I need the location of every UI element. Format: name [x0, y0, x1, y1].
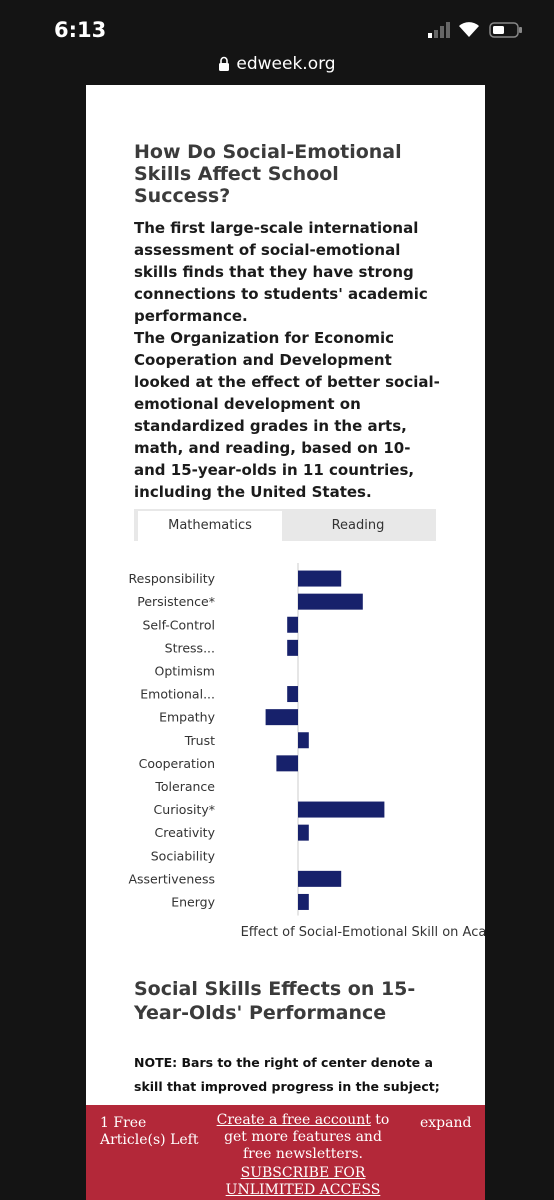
chart-bar	[298, 824, 309, 841]
chart-bar	[298, 893, 309, 910]
chart-category-label: Energy	[171, 894, 215, 909]
section-title: Social Skills Effects on 15-Year-Olds' P…	[134, 978, 416, 1024]
chart-bar	[298, 570, 342, 587]
battery-icon	[489, 22, 523, 43]
chart-bar	[276, 755, 298, 772]
skills-effect-chart: Responsibility Persistence* Self-Control St…	[86, 559, 485, 931]
chart-category-label: Persistence*	[137, 594, 215, 609]
tab-mathematics[interactable]: Mathematics	[138, 511, 282, 541]
cellular-signal-icon	[428, 22, 452, 43]
chart-category-label: Creativity	[155, 825, 216, 840]
chart-bar	[287, 686, 298, 703]
chart-svg: Responsibility Persistence* Self-Control St…	[128, 563, 385, 916]
chart-x-axis-label: Effect of Social-Emotional Skill on Acad…	[240, 925, 485, 940]
intro-paragraph-2: The Organization for Economic Cooperatio…	[134, 329, 440, 501]
chart-category-label: Cooperation	[139, 756, 215, 771]
subscription-banner: 1 Free Article(s) Left Create a free acc…	[86, 1105, 485, 1200]
chart-category-label: Responsibility	[129, 571, 216, 586]
chart-category-label: Tolerance	[154, 779, 215, 794]
subscribe-link[interactable]: SUBSCRIBE FOR UNLIMITED ACCESS	[208, 1165, 398, 1199]
chart-bar	[265, 709, 298, 726]
chart-note: NOTE: Bars to the right of center denote…	[134, 1055, 440, 1105]
intro-paragraph-1: The first large-scale international asse…	[134, 219, 428, 325]
chart-category-label: Sociability	[151, 848, 216, 863]
chart-category-label: Trust	[184, 733, 215, 748]
article-title: How Do Social-Emotional Skills Affect Sc…	[134, 141, 402, 207]
chart-category-label: Curiosity*	[154, 802, 215, 817]
banner-message: Create a free account to get more featur…	[208, 1112, 398, 1199]
chart-bar	[298, 870, 342, 887]
chart-category-label: Optimism	[155, 663, 216, 678]
status-bar: 6:13	[0, 0, 554, 48]
clock: 6:13	[54, 18, 107, 42]
expand-button[interactable]: expand	[420, 1115, 471, 1132]
chart-bar	[298, 801, 385, 818]
wifi-icon	[458, 20, 480, 43]
create-account-link[interactable]: Create a free account	[217, 1112, 371, 1128]
chart-category-label: Assertiveness	[128, 871, 215, 886]
chart-bar	[298, 593, 363, 610]
chart-category-label: Self-Control	[142, 617, 215, 632]
tab-reading[interactable]: Reading	[284, 511, 432, 541]
article-intro: The first large-scale international asse…	[134, 217, 444, 503]
chart-bar	[298, 732, 309, 749]
chart-category-label: Empathy	[159, 710, 215, 725]
url-text: edweek.org	[236, 54, 336, 74]
lock-icon	[218, 56, 230, 76]
free-articles-left: 1 Free Article(s) Left	[100, 1115, 199, 1148]
chart-category-label: Stress...	[165, 640, 215, 655]
article-page: How Do Social-Emotional Skills Affect Sc…	[86, 85, 485, 1105]
chart-bar	[287, 616, 298, 633]
address-bar[interactable]: edweek.org	[0, 48, 554, 82]
subject-tabs: Mathematics Reading	[134, 509, 436, 541]
chart-category-label: Emotional...	[140, 687, 215, 702]
chart-bar	[287, 639, 298, 656]
